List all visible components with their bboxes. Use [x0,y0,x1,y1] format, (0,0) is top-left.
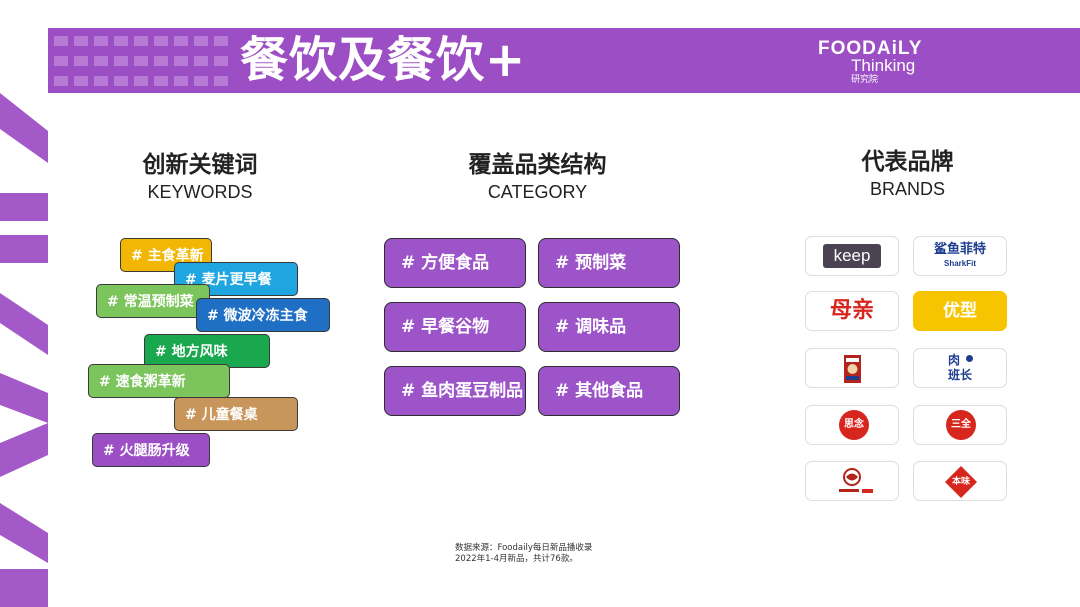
category-box: # 调味品 [538,302,680,352]
brand-muqin: 母亲 [805,291,899,331]
keyword-tag: # 微波冷冻主食 [196,298,330,332]
source-note-line-2: 2022年1-4月新品，共计76款。 [455,554,578,564]
keyword-tag: # 速食粥革新 [88,364,230,398]
brand-benwei: 本味 [913,461,1007,501]
xiaolongkan-logo-icon [839,468,873,493]
brand-sinian: 思念 [805,405,899,445]
muqin-logo: 母亲 [829,298,874,323]
keywords-heading: 创新关键词 KEYWORDS [115,150,285,204]
roubanzhang-logo-2: 班长 [948,368,973,382]
logo-line-3: 研究院 [851,74,879,84]
brand-xiaolongkan [805,461,899,501]
sinian-logo: 思念 [839,410,869,440]
brand-roubanzhang: 肉 班长 [913,348,1007,388]
brand-sanquan: 三全 [913,405,1007,445]
brand-quaker [805,348,899,388]
roubanzhang-dot-icon [966,355,973,362]
brands-heading-en: BRANDS [869,179,945,199]
page-title: 餐饮及餐饮+ [240,32,527,88]
brand-sharkfit: 鲨鱼菲特 SharkFit [913,236,1007,276]
keyword-tag: # 地方风味 [144,334,270,368]
source-note-line-1: 数据来源：Foodaily每日新品播收录 [455,543,593,553]
category-heading: 覆盖品类结构 CATEGORY [450,150,625,204]
category-box: # 其他食品 [538,366,680,416]
roubanzhang-logo-1: 肉 [948,353,961,367]
category-box: # 预制菜 [538,238,680,288]
quaker-logo-icon [844,355,861,383]
category-heading-en: CATEGORY [487,182,588,202]
logo-line-2: Thinking [851,56,916,75]
keyword-tag: # 火腿肠升级 [92,433,210,467]
keywords-heading-zh: 创新关键词 [142,152,258,178]
benwei-logo: 本味 [945,466,977,498]
brands-heading-zh: 代表品牌 [861,149,954,175]
category-heading-zh: 覆盖品类结构 [468,152,607,178]
category-box: # 方便食品 [384,238,526,288]
decorative-letters [0,93,48,607]
brand-keep: keep [805,236,899,276]
brand-youxing: 优型 [913,291,1007,331]
sanquan-logo: 三全 [946,410,976,440]
keyword-tag: # 常温预制菜 [96,284,210,318]
keyword-tag: # 儿童餐桌 [174,397,298,431]
sharkfit-logo-cn: 鲨鱼菲特 [933,242,986,257]
banner-pattern [54,36,228,86]
header-banner: 餐饮及餐饮+ FOODAiLY Thinking 研究院 [48,28,1080,93]
category-box: # 早餐谷物 [384,302,526,352]
sharkfit-logo-en: SharkFit [943,259,976,268]
source-note: 数据来源：Foodaily每日新品播收录 2022年1-4月新品，共计76款。 [455,543,592,565]
category-box: # 鱼肉蛋豆制品 [384,366,526,416]
foodaily-logo: FOODAiLY Thinking 研究院 [818,39,922,85]
youxing-logo: 优型 [943,301,977,321]
brands-heading: 代表品牌 BRANDS [830,147,985,201]
keep-logo: keep [823,244,881,268]
keywords-heading-en: KEYWORDS [147,182,253,202]
